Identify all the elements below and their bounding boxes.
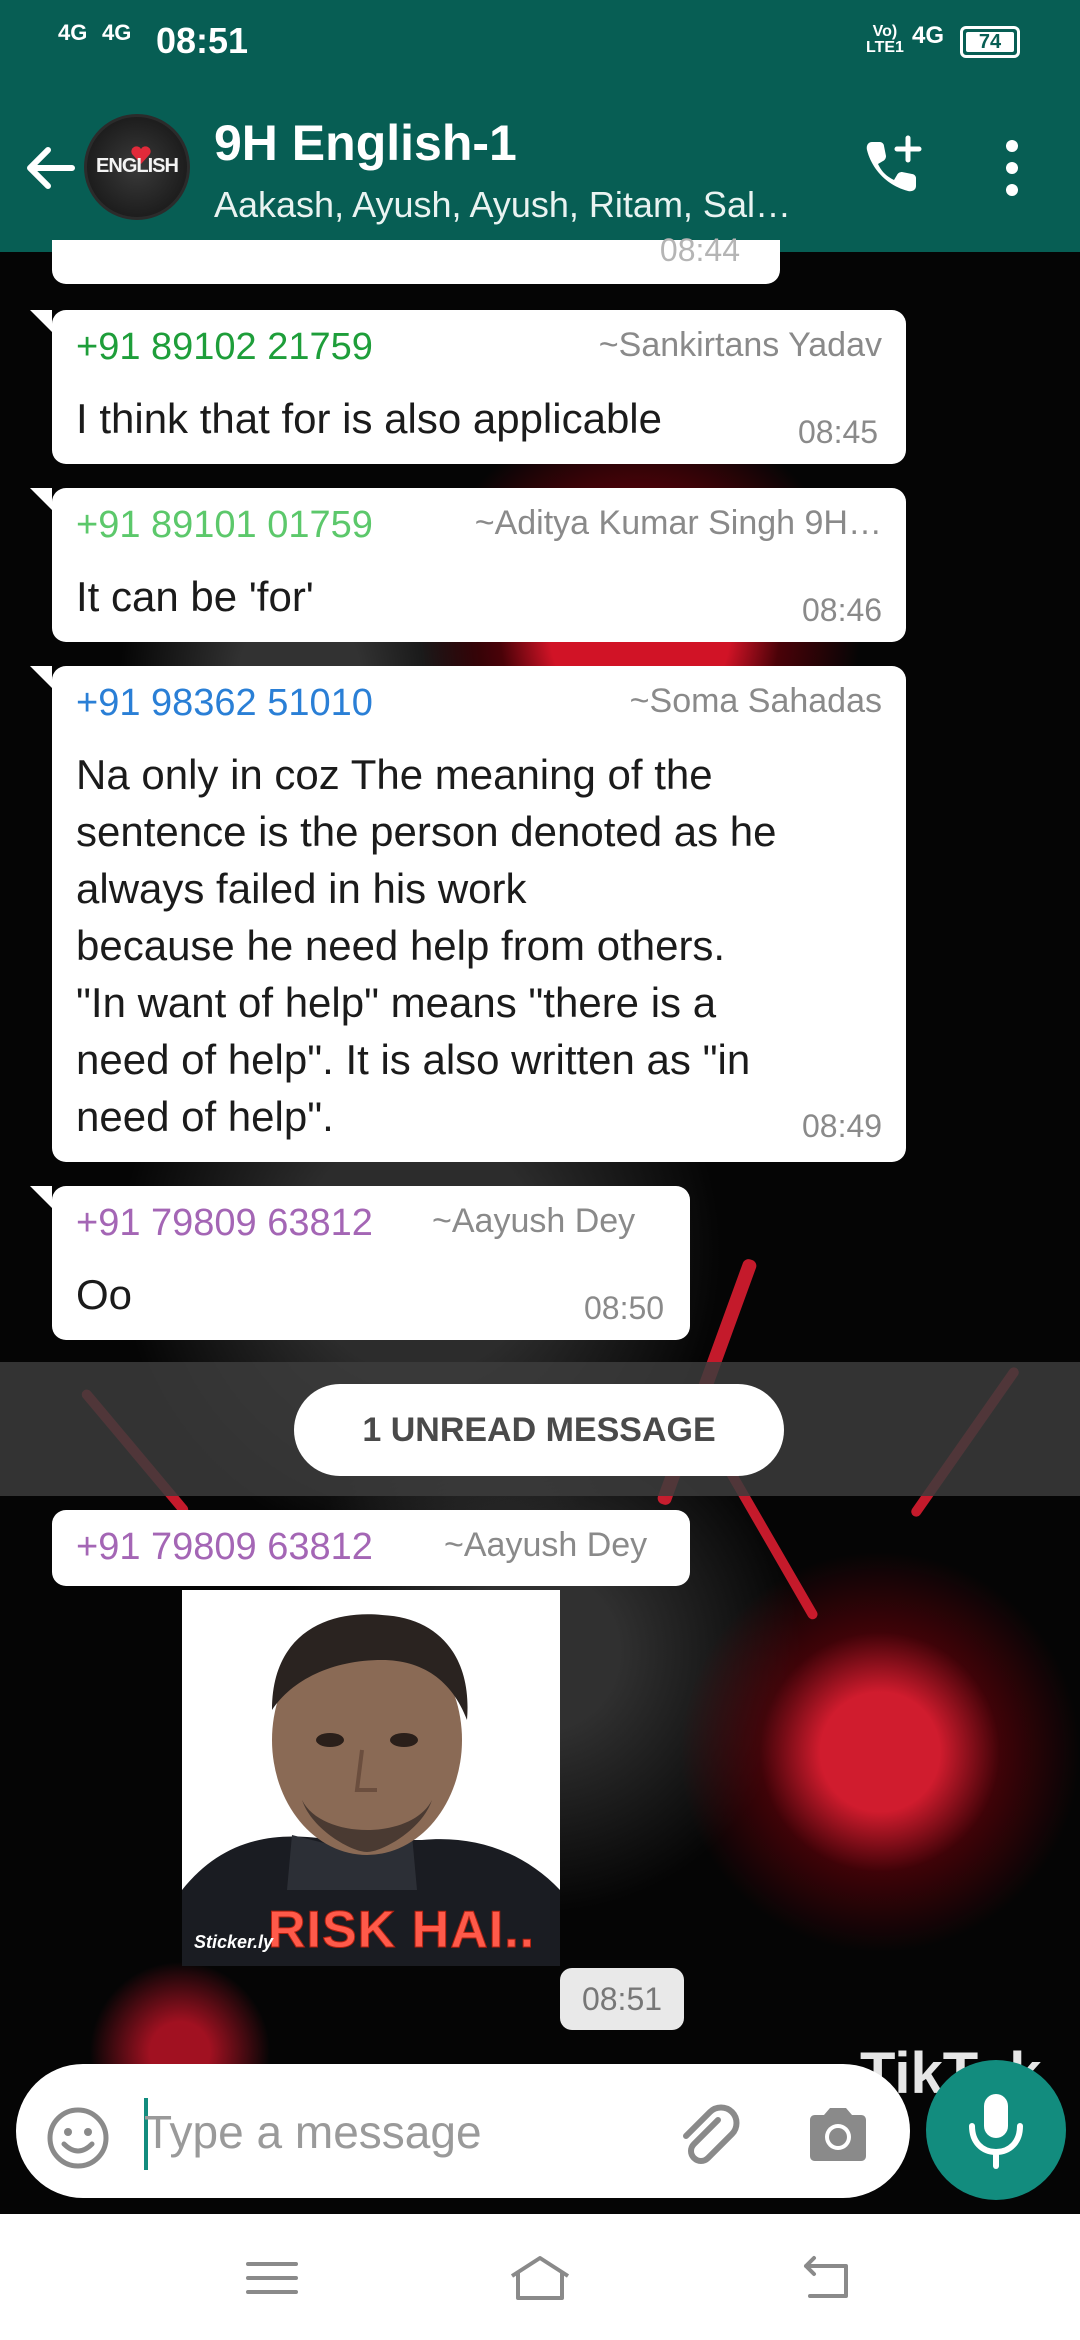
group-members[interactable]: Aakash, Ayush, Ayush, Ritam, Sal… — [214, 184, 814, 226]
more-options-icon[interactable] — [992, 136, 1032, 200]
attachment-icon[interactable] — [672, 2100, 742, 2170]
message-sender-alias: ~Aayush Dey — [432, 1202, 636, 1240]
battery-level: 74 — [966, 32, 1014, 52]
network-type: 4G — [912, 22, 945, 49]
unread-message-badge: 1 UNREAD MESSAGE — [294, 1384, 784, 1476]
avatar-logo-text: ENGLISH — [96, 155, 179, 177]
camera-icon[interactable] — [802, 2100, 874, 2170]
message-bubble[interactable]: +91 98362 51010 ~Soma Sahadas Na only in… — [52, 666, 906, 1162]
bubble-tail — [30, 1186, 52, 1208]
message-text: Na only in coz The meaning of the senten… — [76, 751, 777, 1140]
message-sender-alias: ~Aayush Dey — [444, 1526, 648, 1564]
message-bubble-partial[interactable]: 08:44 — [52, 232, 780, 284]
signal-strength-1: 4G — [58, 20, 88, 45]
message-sender[interactable]: +91 98362 51010 — [76, 682, 373, 725]
clock: 08:51 — [156, 20, 249, 61]
sticker-caption: RISK HAI.. — [267, 1901, 536, 1960]
message-text: I think that for is also applicable — [76, 395, 662, 442]
signal-strength-2: 4G — [102, 20, 132, 45]
message-input[interactable] — [144, 2100, 644, 2164]
message-time: 08:44 — [659, 232, 740, 268]
back-arrow-icon[interactable] — [18, 136, 82, 200]
message-sender-alias: ~Soma Sahadas — [629, 682, 882, 720]
message-time: 08:50 — [584, 1290, 665, 1326]
recent-apps-icon[interactable] — [240, 2250, 304, 2306]
battery-icon: 74 — [960, 26, 1020, 58]
message-text: Oo — [76, 1271, 133, 1318]
voice-message-button[interactable] — [926, 2060, 1066, 2200]
group-avatar[interactable]: ENGLISH — [84, 114, 190, 220]
sticker-sender-header[interactable]: +91 79809 63812 ~Aayush Dey — [52, 1510, 690, 1586]
bubble-tail — [30, 666, 52, 688]
bubble-tail — [30, 488, 52, 510]
group-title[interactable]: 9H English-1 — [214, 114, 517, 172]
message-time: 08:45 — [798, 414, 879, 450]
message-text: It can be 'for' — [76, 573, 314, 620]
add-call-icon[interactable] — [858, 132, 926, 200]
message-bubble[interactable]: +91 89101 01759 ~Aditya Kumar Singh 9H… … — [52, 488, 906, 642]
emoji-icon[interactable] — [46, 2106, 110, 2170]
message-sender[interactable]: +91 89102 21759 — [76, 326, 373, 369]
volte-indicator: Vo) LTE1 — [866, 23, 904, 56]
message-bubble[interactable]: +91 89102 21759 ~Sankirtans Yadav I thin… — [52, 310, 906, 464]
chat-header: ENGLISH 9H English-1 Aakash, Ayush, Ayus… — [0, 84, 1080, 252]
message-sender-alias: ~Sankirtans Yadav — [598, 326, 882, 364]
sticker-brand-logo: Sticker.ly — [194, 1932, 274, 1952]
message-time: 08:51 — [560, 1968, 684, 2030]
message-time: 08:46 — [802, 592, 883, 628]
home-icon[interactable] — [508, 2250, 572, 2306]
back-nav-icon[interactable] — [790, 2250, 854, 2306]
microphone-icon — [969, 2094, 1023, 2169]
message-bubble[interactable]: +91 79809 63812 ~Aayush Dey Oo 08:50 — [52, 1186, 690, 1340]
message-time: 08:49 — [802, 1108, 883, 1144]
message-sender[interactable]: +91 79809 63812 — [76, 1202, 373, 1245]
message-sender[interactable]: +91 89101 01759 — [76, 504, 373, 547]
message-sender[interactable]: +91 79809 63812 — [76, 1526, 373, 1569]
message-sender-alias: ~Aditya Kumar Singh 9H… — [474, 504, 882, 542]
sticker-image[interactable]: RISK HAI.. — [182, 1590, 560, 1966]
status-bar: 4G 4G 08:51 Vo) LTE1 4G 74 — [0, 0, 1080, 84]
bubble-tail — [30, 310, 52, 332]
